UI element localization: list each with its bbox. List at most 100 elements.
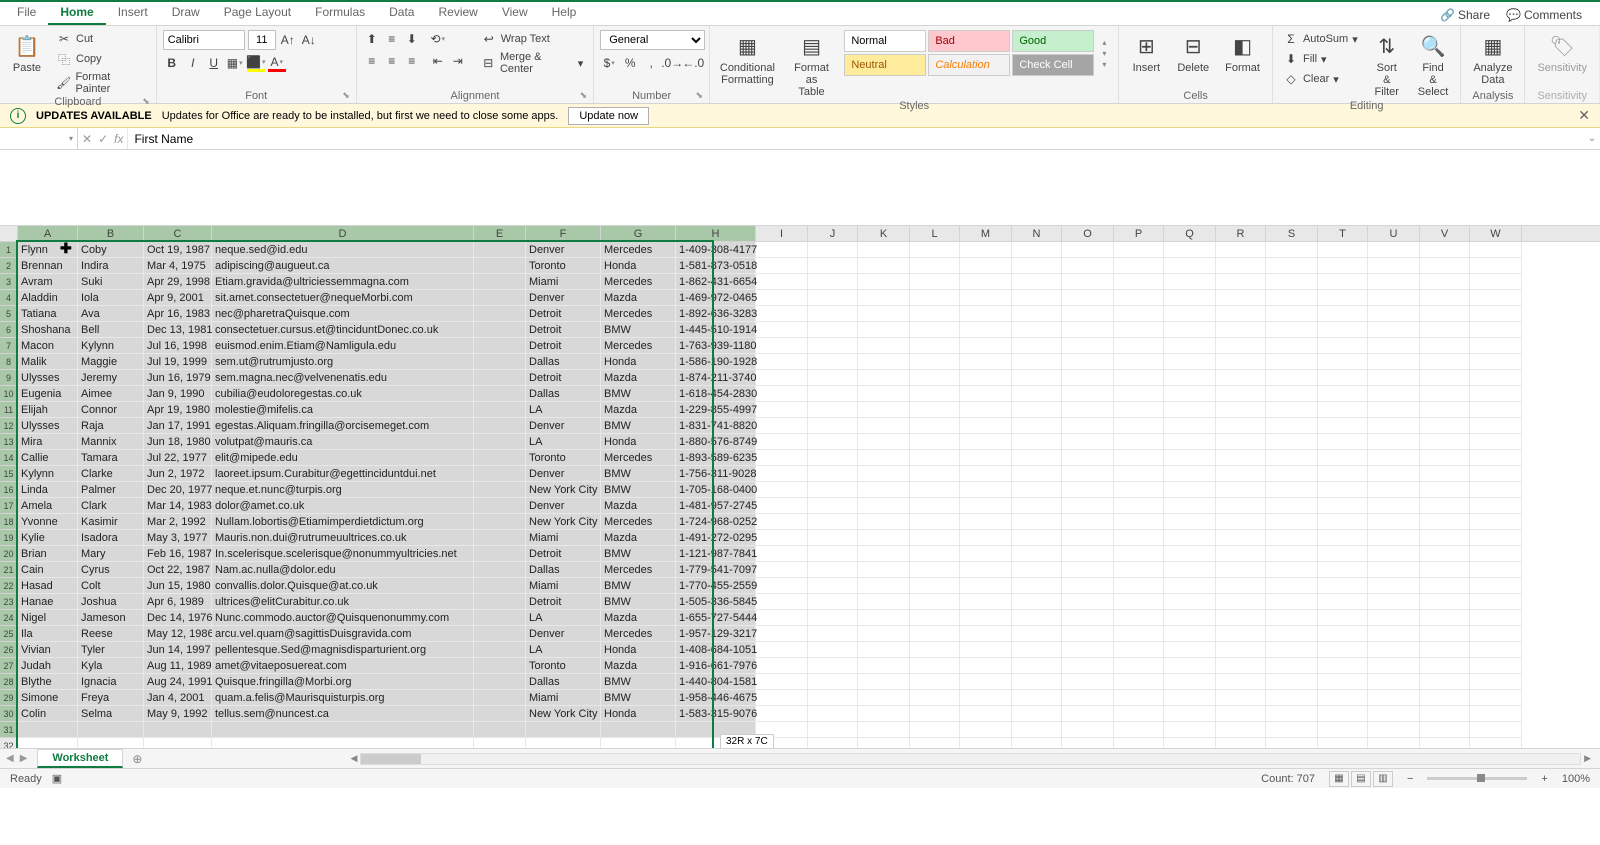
- cell[interactable]: [1012, 626, 1062, 642]
- cell[interactable]: [858, 562, 910, 578]
- fill-button[interactable]: ⬇Fill ▾: [1279, 50, 1362, 68]
- cell[interactable]: 1-481-957-2745: [676, 498, 756, 514]
- cell[interactable]: [960, 594, 1012, 610]
- cell[interactable]: [1216, 610, 1266, 626]
- cell[interactable]: [1266, 290, 1318, 306]
- cell[interactable]: [858, 578, 910, 594]
- cell[interactable]: [1368, 498, 1420, 514]
- cell[interactable]: Judah: [18, 658, 78, 674]
- cell[interactable]: [858, 514, 910, 530]
- cell[interactable]: [910, 258, 960, 274]
- cell[interactable]: Mauris.non.dui@rutrumeuultrices.co.uk: [212, 530, 474, 546]
- cell[interactable]: [960, 242, 1012, 258]
- cell[interactable]: Clark: [78, 498, 144, 514]
- cell[interactable]: [1470, 530, 1522, 546]
- cell[interactable]: [1420, 274, 1470, 290]
- percent-button[interactable]: %: [621, 54, 639, 72]
- cell[interactable]: [1470, 434, 1522, 450]
- cell[interactable]: Maggie: [78, 354, 144, 370]
- underline-button[interactable]: U: [205, 54, 223, 72]
- cell[interactable]: [1114, 354, 1164, 370]
- cell[interactable]: [1420, 306, 1470, 322]
- cell[interactable]: [474, 370, 526, 386]
- cut-button[interactable]: ✂Cut: [52, 30, 150, 48]
- align-right-button[interactable]: ≡: [403, 52, 421, 70]
- cell[interactable]: [1420, 530, 1470, 546]
- cell[interactable]: pellentesque.Sed@magnisdisparturient.org: [212, 642, 474, 658]
- cell[interactable]: Denver: [526, 418, 601, 434]
- cell[interactable]: [1012, 514, 1062, 530]
- cell[interactable]: [474, 658, 526, 674]
- cell[interactable]: [756, 674, 808, 690]
- cell[interactable]: [1012, 722, 1062, 738]
- cell[interactable]: [1062, 690, 1114, 706]
- cell[interactable]: [1216, 386, 1266, 402]
- cell[interactable]: Mazda: [601, 530, 676, 546]
- cell[interactable]: [1114, 690, 1164, 706]
- row-header[interactable]: 16: [0, 482, 18, 498]
- cell[interactable]: [910, 306, 960, 322]
- cell[interactable]: [910, 274, 960, 290]
- cell[interactable]: Yvonne: [18, 514, 78, 530]
- cell[interactable]: [1164, 514, 1216, 530]
- cell[interactable]: [1114, 450, 1164, 466]
- view-page-break-button[interactable]: ▥: [1373, 771, 1393, 787]
- macro-recorder-icon[interactable]: ▣: [52, 772, 62, 785]
- cell[interactable]: [1164, 418, 1216, 434]
- cell[interactable]: [1318, 258, 1368, 274]
- cell[interactable]: Detroit: [526, 546, 601, 562]
- cell[interactable]: [960, 434, 1012, 450]
- cell[interactable]: [1012, 658, 1062, 674]
- cell[interactable]: [1012, 258, 1062, 274]
- cell[interactable]: [1216, 498, 1266, 514]
- cell[interactable]: [1216, 290, 1266, 306]
- close-notification-button[interactable]: ✕: [1578, 107, 1590, 124]
- add-sheet-button[interactable]: ⊕: [127, 749, 147, 769]
- row-header[interactable]: 8: [0, 354, 18, 370]
- cell[interactable]: Simone: [18, 690, 78, 706]
- comments-button[interactable]: 💬Comments: [1498, 5, 1590, 25]
- cell[interactable]: Jan 4, 2001: [144, 690, 212, 706]
- column-header-V[interactable]: V: [1420, 226, 1470, 241]
- cell[interactable]: [1012, 338, 1062, 354]
- cell[interactable]: Bell: [78, 322, 144, 338]
- cell[interactable]: [1114, 578, 1164, 594]
- number-launcher[interactable]: ⬊: [696, 90, 704, 101]
- cell[interactable]: Freya: [78, 690, 144, 706]
- cell[interactable]: [1368, 386, 1420, 402]
- cell[interactable]: [910, 706, 960, 722]
- cell[interactable]: Eugenia: [18, 386, 78, 402]
- cell[interactable]: [1266, 642, 1318, 658]
- cell[interactable]: [144, 738, 212, 748]
- paste-button[interactable]: 📋 Paste: [6, 30, 48, 76]
- align-middle-button[interactable]: ≡: [383, 30, 401, 48]
- cell[interactable]: [1318, 738, 1368, 748]
- cell[interactable]: Tamara: [78, 450, 144, 466]
- cell[interactable]: [910, 402, 960, 418]
- cell[interactable]: Mary: [78, 546, 144, 562]
- cell[interactable]: Mercedes: [601, 338, 676, 354]
- cell[interactable]: [1368, 402, 1420, 418]
- align-center-button[interactable]: ≡: [383, 52, 401, 70]
- row-header[interactable]: 31: [0, 722, 18, 738]
- cell[interactable]: [858, 546, 910, 562]
- cell[interactable]: [1062, 450, 1114, 466]
- cell[interactable]: [1114, 466, 1164, 482]
- cell[interactable]: [1062, 626, 1114, 642]
- cell[interactable]: laoreet.ipsum.Curabitur@egettinciduntdui…: [212, 466, 474, 482]
- cell[interactable]: [1216, 306, 1266, 322]
- row-header[interactable]: 2: [0, 258, 18, 274]
- row-header[interactable]: 30: [0, 706, 18, 722]
- cell[interactable]: [1012, 546, 1062, 562]
- cell[interactable]: Brian: [18, 546, 78, 562]
- cell[interactable]: [1062, 242, 1114, 258]
- tab-review[interactable]: Review: [426, 1, 489, 25]
- cell[interactable]: [1012, 274, 1062, 290]
- cell[interactable]: euismod.enim.Etiam@Namligula.edu: [212, 338, 474, 354]
- cell[interactable]: Kasimir: [78, 514, 144, 530]
- cell[interactable]: [808, 290, 858, 306]
- cell[interactable]: ultrices@elitCurabitur.co.uk: [212, 594, 474, 610]
- cell[interactable]: volutpat@mauris.ca: [212, 434, 474, 450]
- cell[interactable]: [910, 434, 960, 450]
- cell[interactable]: [858, 434, 910, 450]
